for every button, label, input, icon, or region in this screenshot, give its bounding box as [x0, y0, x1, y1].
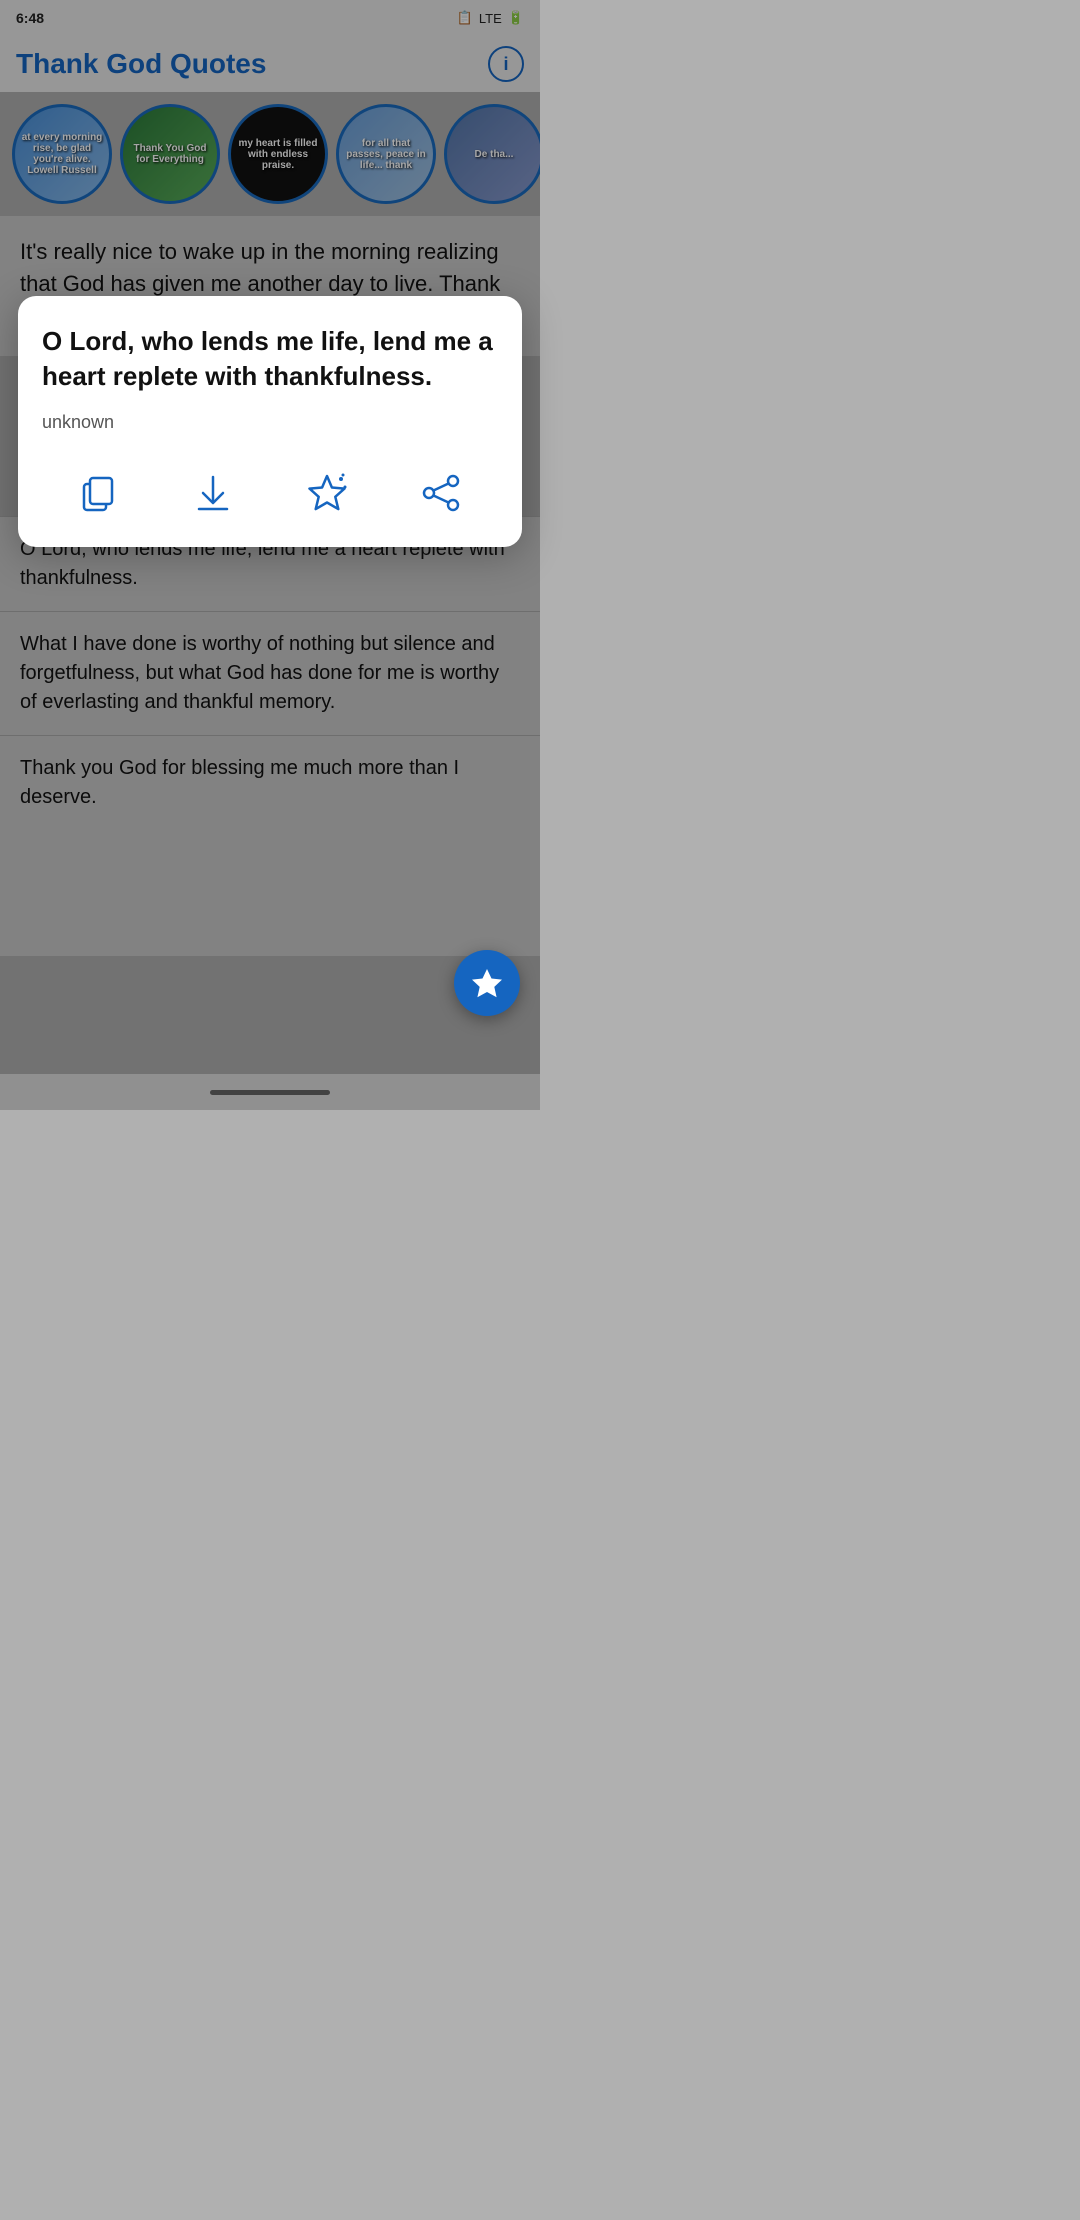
status-bar: 6:48 📋 LTE 🔋 — [0, 0, 540, 36]
circle-item-1[interactable]: at every morning rise, be glad you're al… — [12, 104, 112, 204]
below-quote-3: Thank you God for blessing me much more … — [0, 735, 540, 830]
download-button[interactable] — [183, 463, 243, 523]
circle-item-5[interactable]: De tha... — [444, 104, 540, 204]
status-icons: 📋 LTE 🔋 — [457, 10, 524, 26]
fab-button[interactable] — [454, 950, 520, 1016]
circle-item-3[interactable]: my heart is filled with endless praise. — [228, 104, 328, 204]
share-button[interactable] — [411, 463, 471, 523]
info-button[interactable]: i — [488, 46, 524, 82]
copy-button[interactable] — [69, 463, 129, 523]
page-title: Thank God Quotes — [16, 48, 266, 80]
circle-item-4[interactable]: for all that passes, peace in life... th… — [336, 104, 436, 204]
circle-text-5: De tha... — [469, 143, 520, 166]
battery-icon: 🔋 — [508, 10, 524, 26]
modal-actions — [42, 455, 498, 523]
below-quote-2: What I have done is worthy of nothing bu… — [0, 611, 540, 735]
circle-text-3: my heart is filled with endless praise. — [231, 132, 325, 177]
circle-item-2[interactable]: Thank You God for Everything — [120, 104, 220, 204]
circle-text-2: Thank You God for Everything — [123, 137, 217, 171]
circle-text-1: at every morning rise, be glad you're al… — [15, 126, 109, 182]
modal-quote-text: O Lord, who lends me life, lend me a hea… — [42, 324, 498, 394]
bottom-bar — [0, 1074, 540, 1110]
favorite-button[interactable] — [297, 463, 357, 523]
home-indicator — [210, 1090, 330, 1095]
clipboard-icon: 📋 — [457, 10, 473, 26]
status-time: 6:48 — [16, 10, 44, 26]
signal-icon: LTE — [479, 11, 502, 26]
circles-row: at every morning rise, be glad you're al… — [0, 92, 540, 216]
circle-text-4: for all that passes, peace in life... th… — [339, 132, 433, 177]
modal-card: O Lord, who lends me life, lend me a hea… — [18, 296, 522, 547]
below-quote-text-2: What I have done is worthy of nothing bu… — [20, 633, 499, 713]
header: Thank God Quotes i — [0, 36, 540, 92]
modal-author: unknown — [42, 412, 498, 433]
below-quote-text-3: Thank you God for blessing me much more … — [20, 757, 459, 808]
